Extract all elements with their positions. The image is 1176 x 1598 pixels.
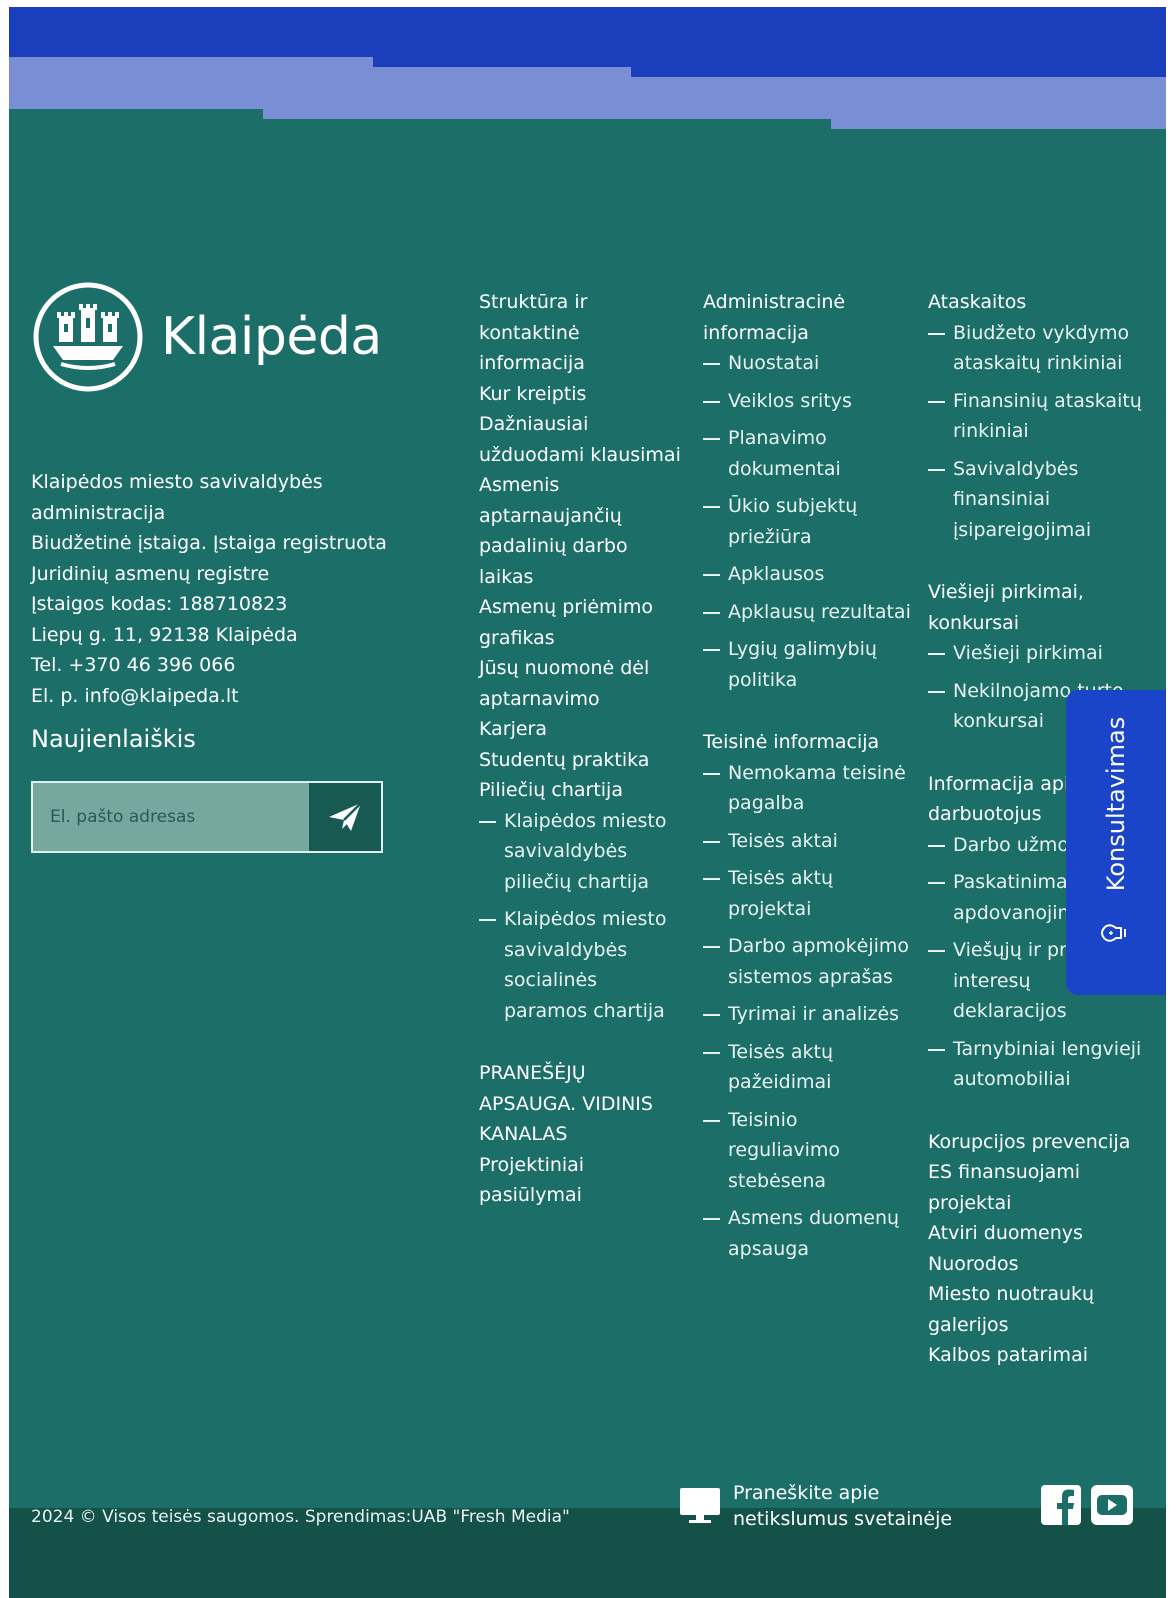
address-line: Įstaigos kodas: 188710823 [31, 593, 288, 615]
footer-sublink[interactable]: Finansinių ataskaitų rinkiniai [928, 386, 1148, 447]
footer-sublink[interactable]: Ūkio subjektų priežiūra [703, 491, 913, 552]
footer-links-column-1: Struktūra ir kontaktinė informacija Kur … [479, 287, 684, 1211]
newsletter-email-input[interactable] [33, 783, 309, 851]
footer-sublink[interactable]: Apklausų rezultatai [703, 597, 913, 628]
footer-section-heading[interactable]: Ataskaitos [928, 287, 1148, 318]
footer-sublink[interactable]: Tyrimai ir analizės [703, 999, 913, 1030]
footer-sublink[interactable]: Klaipėdos miesto savivaldybės piliečių c… [479, 806, 684, 898]
footer-section-heading[interactable]: Administracinė informacija [703, 287, 913, 348]
footer-sublink[interactable]: Biudžeto vykdymo ataskaitų rinkiniai [928, 318, 1148, 379]
site-footer: Klaipėda Klaipėdos miesto savivaldybės a… [9, 7, 1166, 1598]
phone-line[interactable]: Tel. +370 46 396 066 [31, 650, 431, 681]
footer-sublink[interactable]: Nemokama teisinė pagalba [703, 758, 913, 819]
footer-link[interactable]: ES finansuojami projektai [928, 1157, 1148, 1218]
footer-link[interactable]: Miesto nuotraukų galerijos [928, 1279, 1148, 1340]
footer-sublink[interactable]: Savivaldybės finansiniai įsipareigojimai [928, 454, 1148, 546]
consultation-tab-button[interactable]: Konsultavimas [1066, 690, 1166, 995]
footer-link[interactable]: Asmenų priėmimo grafikas [479, 592, 684, 653]
footer-sublink[interactable]: Apklausos [703, 559, 913, 590]
footer-link[interactable]: Projektiniai pasiūlymai [479, 1150, 684, 1211]
footer-link[interactable]: Studentų praktika [479, 745, 684, 776]
footer-link[interactable]: Dažniausiai užduodami klausimai [479, 409, 684, 470]
brand-name: Klaipėda [161, 307, 382, 367]
decor-stripe [263, 107, 831, 119]
address-line: administracija [31, 501, 166, 524]
address-line: Juridinių asmenų registre [31, 562, 270, 585]
address-line: Klaipėdos miesto savivaldybės [31, 471, 323, 493]
report-errors-link[interactable]: Praneškite apie netikslumus svetainėje [679, 1480, 958, 1532]
footer-sublink[interactable]: Tarnybiniai lengvieji automobiliai [928, 1034, 1148, 1095]
footer-sublink[interactable]: Darbo apmokėjimo sistemos aprašas [703, 931, 913, 992]
footer-link[interactable]: Atviri duomenys [928, 1218, 1148, 1249]
contact-address: Klaipėdos miesto savivaldybės administra… [31, 467, 431, 711]
footer-link[interactable]: Kalbos patarimai [928, 1340, 1148, 1371]
footer-link[interactable]: Korupcijos prevencija [928, 1127, 1148, 1158]
footer-section-heading[interactable]: Teisinė informacija [703, 727, 913, 758]
address-line: Liepų g. 11, 92138 Klaipėda [31, 623, 298, 646]
footer-sublink[interactable]: Teisės aktų projektai [703, 863, 913, 924]
email-line[interactable]: El. p. info@klaipeda.lt [31, 681, 431, 712]
footer-sublink[interactable]: Teisinio reguliavimo stebėsena [703, 1105, 913, 1197]
newsletter-form [31, 781, 383, 853]
footer-sublink[interactable]: Asmens duomenų apsauga [703, 1203, 913, 1264]
footer-link[interactable]: Jūsų nuomonė dėl aptarnavimo [479, 653, 684, 714]
footer-link[interactable]: Piliečių chartija [479, 775, 684, 806]
report-errors-label: Praneškite apie netikslumus svetainėje [733, 1482, 953, 1530]
footer-sublink[interactable]: Teisės aktų pažeidimai [703, 1037, 913, 1098]
youtube-icon[interactable] [1091, 1485, 1133, 1529]
footer-sublink[interactable]: Teisės aktai [703, 826, 913, 857]
footer-sublink[interactable]: Lygių galimybių politika [703, 634, 913, 695]
footer-sublink[interactable]: Nuostatai [703, 348, 913, 379]
footer-section-heading[interactable]: Viešieji pirkimai, konkursai [928, 577, 1148, 638]
footer-link[interactable]: Kur kreiptis [479, 379, 684, 410]
footer-links-column-2: Administracinė informacija Nuostatai Vei… [703, 287, 913, 1264]
footer-sublink[interactable]: Planavimo dokumentai [703, 423, 913, 484]
city-emblem-icon [33, 282, 143, 392]
decor-stripe [831, 77, 1166, 129]
footer-sublink[interactable]: Viešieji pirkimai [928, 638, 1148, 669]
facebook-icon[interactable] [1041, 1485, 1081, 1529]
consultation-label: Konsultavimas [1102, 716, 1130, 892]
copyright-text: 2024 © Visos teisės saugomos. Sprendimas… [31, 1507, 570, 1527]
footer-link[interactable]: Asmenis aptarnaujančių padalinių darbo l… [479, 470, 684, 592]
home-logo-link[interactable]: Klaipėda [31, 280, 382, 394]
decor-stripe [9, 57, 373, 109]
address-line: Biudžetinė įstaiga. Įstaiga registruota [31, 532, 387, 554]
decor-stripe [373, 67, 631, 109]
footer-sublink[interactable]: Veiklos sritys [703, 386, 913, 417]
newsletter-title: Naujienlaiškis [31, 725, 196, 753]
whistleblower-link[interactable]: PRANEŠĖJŲ APSAUGA. VIDINIS KANALAS [479, 1058, 684, 1150]
footer-link[interactable]: Karjera [479, 714, 684, 745]
decor-stripe [631, 77, 831, 109]
monitor-icon [680, 1488, 720, 1523]
lightbulb-icon [1101, 924, 1126, 942]
footer-sublink[interactable]: Klaipėdos miesto savivaldybės socialinės… [479, 904, 684, 1026]
paper-plane-icon [329, 802, 362, 831]
footer-link[interactable]: Struktūra ir kontaktinė informacija [479, 287, 684, 379]
newsletter-submit-button[interactable] [309, 783, 381, 851]
footer-link[interactable]: Nuorodos [928, 1249, 1148, 1280]
